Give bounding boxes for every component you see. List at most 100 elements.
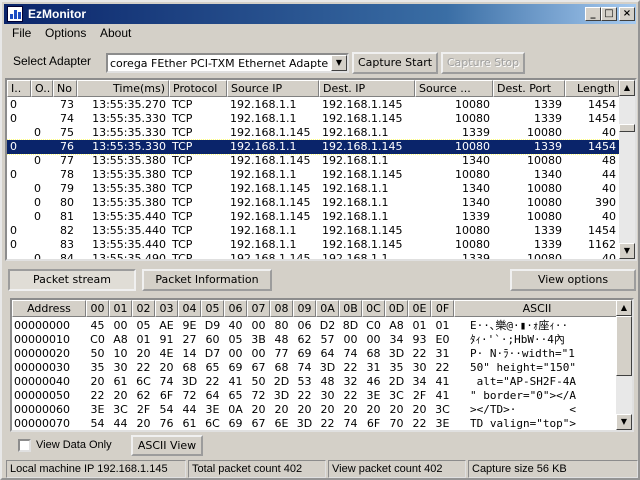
cell-proto: TCP (172, 224, 193, 237)
cell-proto: TCP (172, 112, 193, 125)
cell-time: 13:55:35.270 (92, 98, 166, 111)
hex-byte: 6C (205, 417, 220, 430)
hex-scroll-down-icon[interactable]: ▼ (616, 414, 632, 430)
capture-start-button[interactable]: Capture Start (352, 52, 438, 74)
hex-byte: 6F (366, 417, 381, 430)
table-row[interactable]: 0 82 13:55:35.440 TCP 192.168.1.1 192.168.1.1… (7, 224, 619, 238)
col-header-dest-port[interactable]: Dest. Port (493, 80, 565, 97)
adapter-select[interactable]: corega FEther PCI-TXM Ethernet Adapte ▼ (106, 53, 349, 73)
maximize-button[interactable]: □ (601, 7, 617, 21)
table-row[interactable]: 0 73 13:55:35.270 TCP 192.168.1.1 192.168.1.1… (7, 98, 619, 112)
cell-proto: TCP (172, 252, 193, 261)
col-header-time[interactable]: Time(ms) (77, 80, 169, 97)
hex-col-header: 0D (385, 300, 408, 317)
title-bar[interactable]: EzMonitor _ □ × (4, 4, 636, 24)
packet-list[interactable]: I.. O.. No Time(ms) Protocol Source IP D… (5, 78, 637, 261)
tab-packet-stream[interactable]: Packet stream (8, 269, 136, 291)
scroll-thumb[interactable] (619, 124, 635, 132)
col-header-dest-ip[interactable]: Dest. IP (319, 80, 415, 97)
packet-list-scrollbar[interactable]: ▲ ▼ (619, 80, 635, 259)
table-row[interactable]: 0 84 13:55:35.490 TCP 192.168.1.145 192.168.1… (7, 252, 619, 261)
hex-row: 00000040 20 61 6C 74 3D 22 41 50 2D 53 48 32 46 2D 34 41… (12, 375, 620, 389)
menu-options[interactable]: Options (45, 26, 86, 40)
hex-byte: D9 (204, 319, 221, 332)
col-header-out[interactable]: O.. (31, 80, 53, 97)
capture-stop-button[interactable]: Capture Stop (441, 52, 525, 74)
cell-src: 192.168.1.145 (230, 126, 311, 139)
hex-byte: 20 (320, 403, 335, 416)
hex-col-header: 03 (155, 300, 178, 317)
table-row[interactable]: 0 77 13:55:35.380 TCP 192.168.1.145 192.168.1… (7, 154, 619, 168)
table-row[interactable]: 0 81 13:55:35.440 TCP 192.168.1.145 192.168.1… (7, 210, 619, 224)
cell-time: 13:55:35.440 (92, 238, 166, 251)
table-row[interactable]: 0 75 13:55:35.330 TCP 192.168.1.145 192.168.1… (7, 126, 619, 140)
col-header-protocol[interactable]: Protocol (169, 80, 227, 97)
view-options-button[interactable]: View options (510, 269, 636, 291)
cell-dst: 192.168.1.1 (322, 126, 389, 139)
cell-dst: 192.168.1.145 (322, 168, 403, 181)
hex-byte: 22 (297, 389, 312, 402)
hex-scroll-up-icon[interactable]: ▲ (616, 300, 632, 316)
hex-byte: 00 (366, 333, 381, 346)
minimize-button[interactable]: _ (585, 7, 601, 21)
scroll-down-icon[interactable]: ▼ (619, 243, 635, 259)
cell-time: 13:55:35.380 (92, 196, 166, 209)
hex-byte: 67 (251, 417, 266, 430)
cell-i: 0 (10, 168, 17, 181)
hex-byte: 40 (228, 319, 243, 332)
hex-address: 00000040 (14, 375, 70, 388)
col-header-no[interactable]: No (53, 80, 77, 97)
cell-time: 13:55:35.380 (92, 154, 166, 167)
cell-dst: 192.168.1.1 (322, 154, 389, 167)
hex-ascii: ﾀｨ·'`·;HbW··4內 (470, 333, 565, 346)
tab-packet-information[interactable]: Packet Information (142, 269, 272, 291)
cell-len: 40 (602, 126, 616, 139)
table-row[interactable]: 0 76 13:55:35.330 TCP 192.168.1.1 192.168.1.1… (7, 139, 620, 155)
table-row[interactable]: 0 83 13:55:35.440 TCP 192.168.1.1 192.168.1.1… (7, 238, 619, 252)
hex-ascii: " border="0"></A (470, 389, 576, 402)
cell-time: 13:55:35.490 (92, 252, 166, 261)
hex-address: 00000060 (14, 403, 70, 416)
cell-len: 44 (602, 168, 616, 181)
table-row[interactable]: 0 74 13:55:35.330 TCP 192.168.1.1 192.168.1.1… (7, 112, 619, 126)
menu-about[interactable]: About (100, 26, 131, 40)
col-header-in[interactable]: I.. (7, 80, 31, 97)
cell-dport: 10080 (527, 182, 562, 195)
hex-scroll-thumb[interactable] (616, 316, 632, 376)
cell-sport: 10080 (455, 238, 490, 251)
col-header-source-port[interactable]: Source ... (415, 80, 493, 97)
status-local-ip: Local machine IP 192.168.1.145 (6, 460, 186, 478)
hex-scrollbar[interactable]: ▲ ▼ (616, 300, 632, 430)
hex-col-header: 09 (293, 300, 316, 317)
hex-col-header: 0B (339, 300, 362, 317)
col-header-length[interactable]: Length (565, 80, 619, 97)
chevron-down-icon[interactable]: ▼ (331, 55, 347, 71)
table-row[interactable]: 0 78 13:55:35.380 TCP 192.168.1.1 192.168.1.1… (7, 168, 619, 182)
hex-byte: 22 (435, 361, 450, 374)
scroll-up-icon[interactable]: ▲ (619, 80, 635, 96)
hex-byte: 70 (389, 417, 404, 430)
ascii-view-button[interactable]: ASCII View (131, 435, 203, 456)
cell-dport: 1339 (534, 224, 562, 237)
col-header-source-ip[interactable]: Source IP (227, 80, 319, 97)
view-data-only-checkbox[interactable] (18, 439, 31, 452)
hex-byte: 3E (205, 403, 220, 416)
hex-byte: 72 (251, 389, 266, 402)
hex-dump[interactable]: Address 00 01 02 03 04 05 06 07 08 09 0A 0B 0C 0D 0E 0F A… (10, 298, 634, 432)
hex-byte: 3D (319, 361, 336, 374)
cell-i: 0 (10, 224, 17, 237)
cell-proto: TCP (172, 98, 193, 111)
hex-col-header: 00 (86, 300, 109, 317)
menu-file[interactable]: File (12, 26, 31, 40)
table-row[interactable]: 0 79 13:55:35.380 TCP 192.168.1.145 192.168.1… (7, 182, 619, 196)
hex-byte: 53 (297, 375, 312, 388)
close-button[interactable]: × (619, 7, 635, 21)
hex-byte: 2F (412, 389, 427, 402)
hex-byte: 27 (182, 333, 197, 346)
cell-len: 40 (602, 252, 616, 261)
cell-no: 76 (60, 140, 74, 153)
table-row[interactable]: 0 80 13:55:35.380 TCP 192.168.1.145 192.168.1… (7, 196, 619, 210)
hex-byte: 20 (343, 403, 358, 416)
cell-src: 192.168.1.145 (230, 182, 311, 195)
cell-no: 74 (60, 112, 74, 125)
